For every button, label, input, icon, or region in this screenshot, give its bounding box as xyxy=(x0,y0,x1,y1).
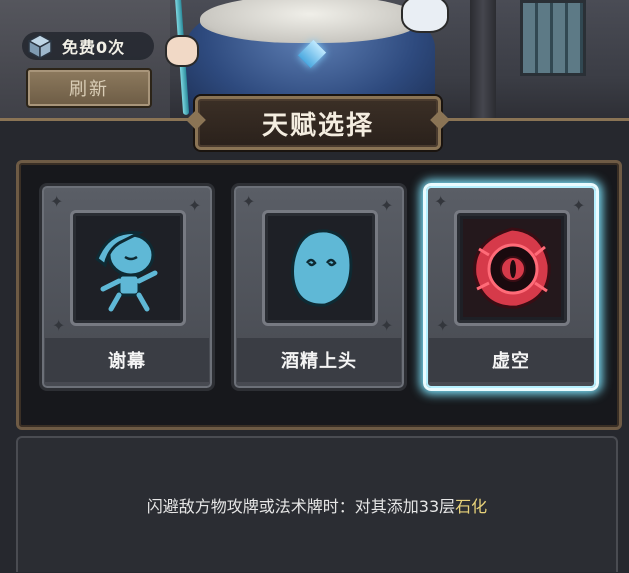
free-refresh-badge: 免费0次 xyxy=(22,32,154,60)
page-title: 天赋选择 xyxy=(261,110,374,141)
drunk-face-icon xyxy=(291,229,353,307)
sparkle-icon: ✦ xyxy=(436,316,450,335)
talent-icon-frame xyxy=(70,210,186,326)
talent-card-curtain[interactable]: ✦ ✦ ✦ 谢幕 xyxy=(39,183,215,391)
free-count-label: 免费0次 xyxy=(62,38,126,57)
talent-description: 闪避敌方物攻牌或法术牌时：对其添加33层石化 xyxy=(16,436,618,572)
pillar xyxy=(470,0,496,130)
sparkle-icon: ✦ xyxy=(380,316,394,335)
sparkle-icon: ✦ xyxy=(52,316,66,335)
sparkle-icon: ✦ xyxy=(380,196,394,215)
description-main: 闪避敌方物攻牌或法术牌时：对其添加33层 xyxy=(146,497,456,516)
talent-icon-frame xyxy=(454,210,570,326)
refresh-button[interactable]: 刷新 xyxy=(26,68,152,108)
curtain-figure-icon xyxy=(95,231,158,312)
talent-card-drunk[interactable]: ✦ ✦ ✦ 酒精上头 xyxy=(231,183,407,391)
sparkle-icon: ✦ xyxy=(434,192,448,211)
title-plate: 天赋选择 xyxy=(195,96,441,150)
sparkle-icon: ✦ xyxy=(188,196,202,215)
talent-icon-frame xyxy=(262,210,378,326)
description-highlight: 石化 xyxy=(455,497,488,516)
description-text: 闪避敌方物攻牌或法术牌时：对其添加33层石化 xyxy=(147,493,487,517)
talent-name: 虚空 xyxy=(492,351,530,372)
talent-name: 酒精上头 xyxy=(281,351,357,372)
sparkle-icon: ✦ xyxy=(50,192,64,211)
talent-name: 谢幕 xyxy=(108,351,146,372)
talent-card-void[interactable]: ✦ ✦ ✦ 虚空 xyxy=(423,183,599,391)
wall xyxy=(0,0,170,130)
talent-name-bar: 虚空 xyxy=(429,338,593,382)
sparkle-icon: ✦ xyxy=(242,192,256,211)
talent-name-bar: 谢幕 xyxy=(45,338,209,382)
void-eye-icon xyxy=(463,219,561,317)
sparkle-icon: ✦ xyxy=(572,196,586,215)
window xyxy=(520,0,586,76)
talent-name-bar: 酒精上头 xyxy=(237,338,401,382)
cube-icon xyxy=(27,34,53,60)
